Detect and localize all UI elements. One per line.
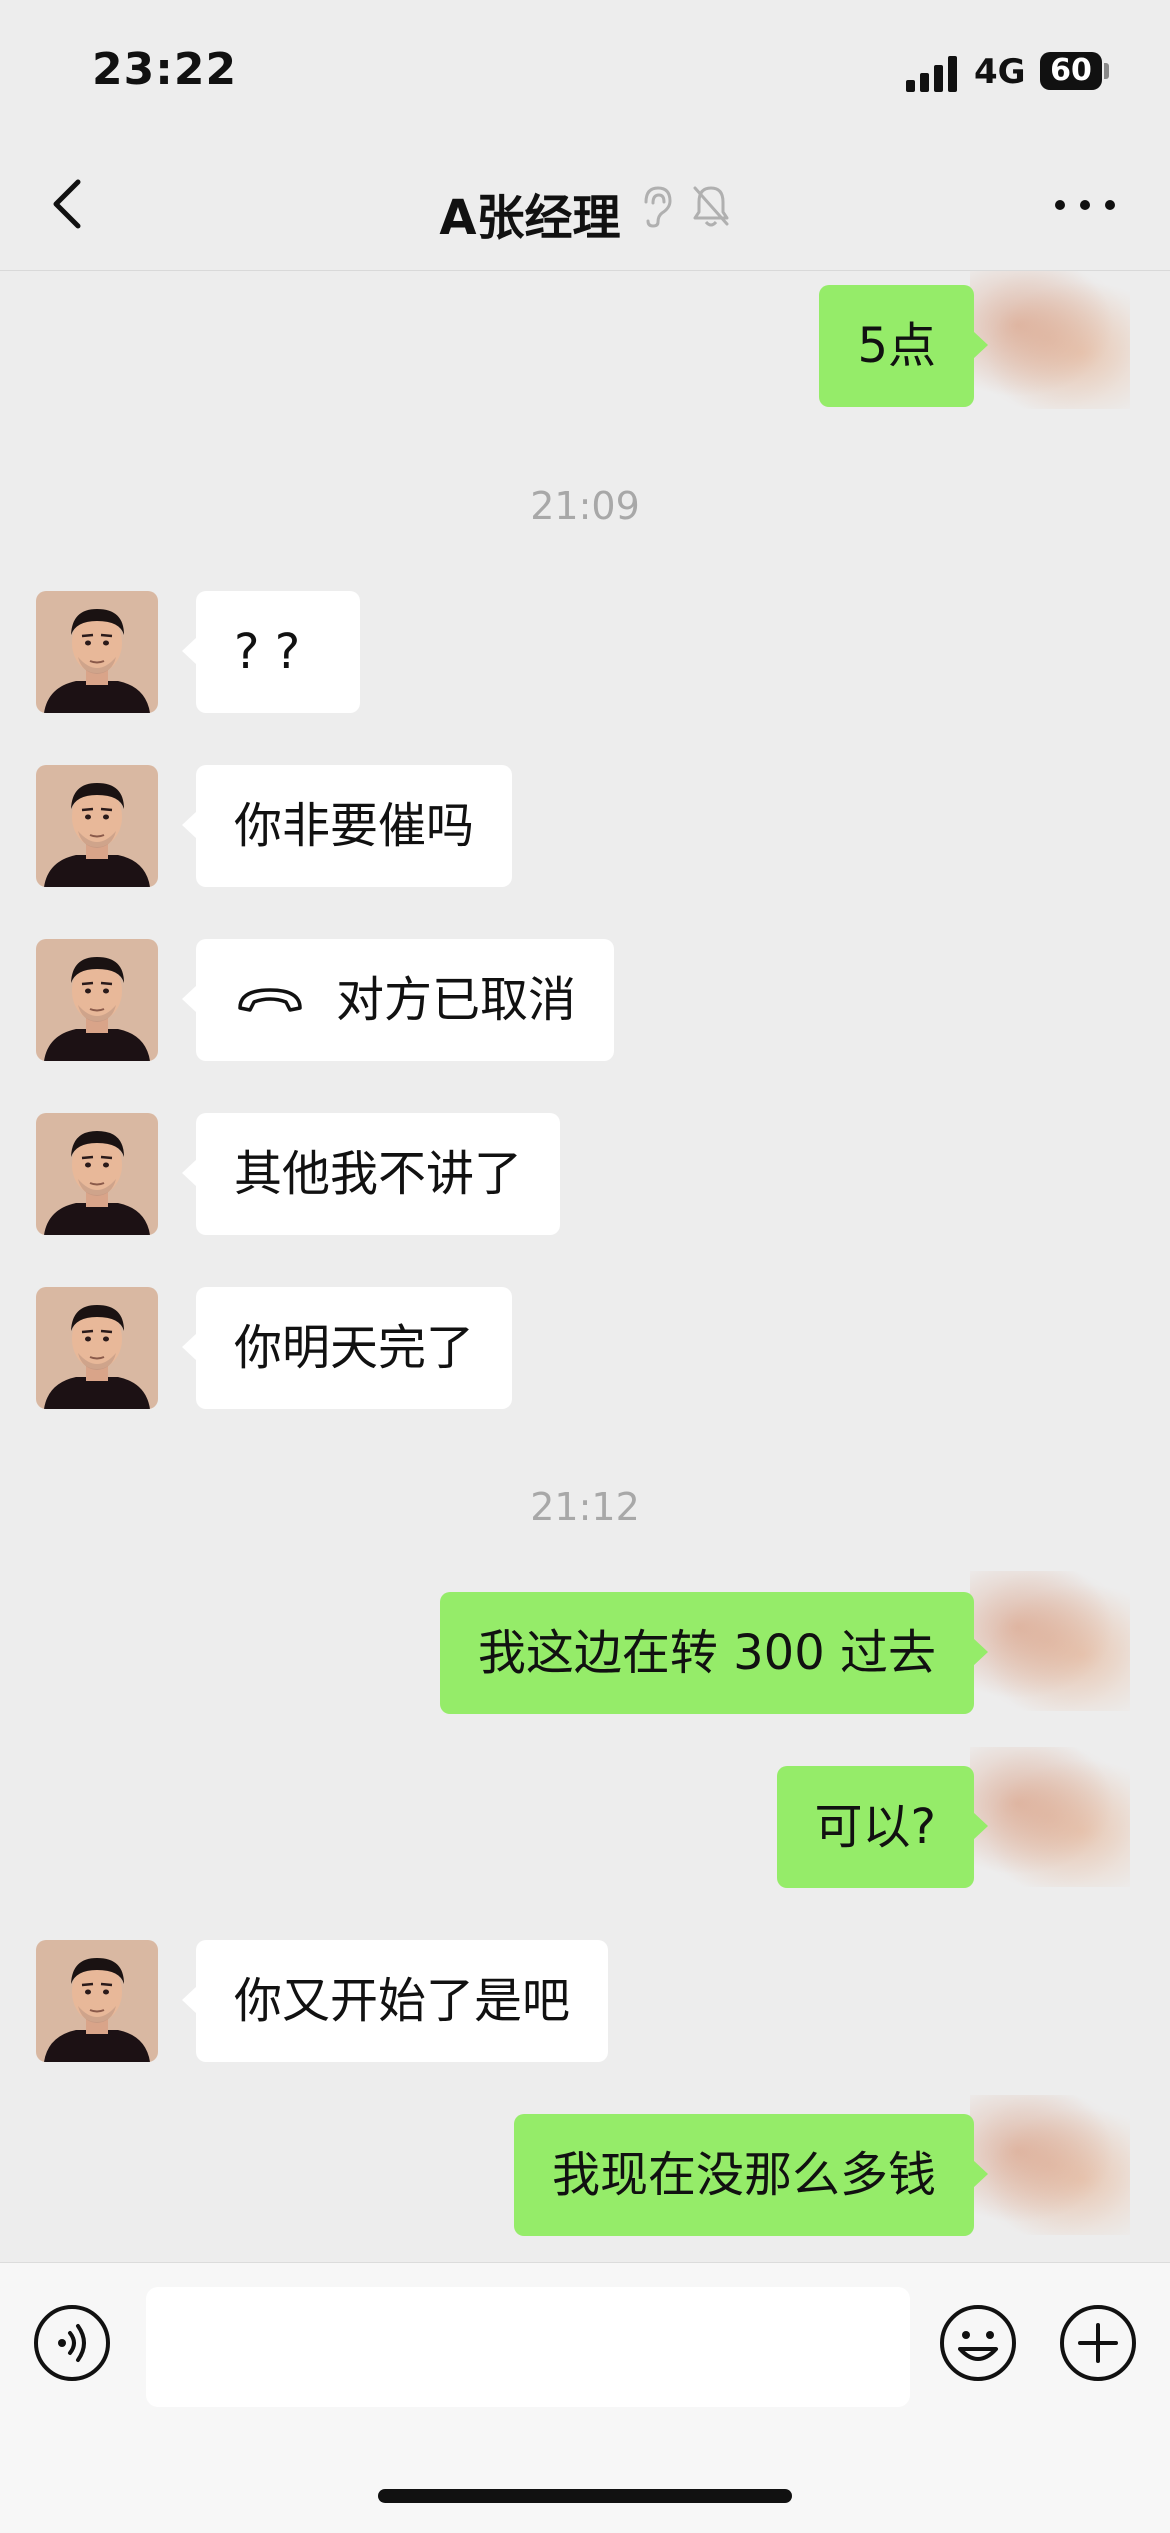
status-bar: 23:22 4G 60	[0, 0, 1170, 140]
message-bubble-in[interactable]: 你明天完了	[181, 1287, 513, 1409]
contact-avatar[interactable]	[36, 1287, 158, 1409]
home-indicator	[378, 2489, 792, 2503]
battery-tip	[1104, 63, 1109, 79]
message-bubble-out[interactable]: 5点	[819, 285, 988, 407]
title-wrap: A张经理	[0, 140, 1170, 270]
emoji-icon[interactable]	[938, 2303, 1018, 2383]
call-icon	[238, 988, 302, 1012]
network-label: 4G	[974, 52, 1026, 92]
chat-title[interactable]: A张经理	[439, 178, 620, 248]
contact-avatar[interactable]	[36, 939, 158, 1061]
ear-icon	[644, 186, 672, 228]
message-bubble-out[interactable]: 可以?	[776, 1766, 989, 1888]
call-cancelled-bubble[interactable]: 对方已取消	[181, 939, 615, 1061]
self-avatar[interactable]	[970, 1571, 1130, 1711]
muted-bell-icon	[693, 186, 729, 227]
more-icon[interactable]	[1050, 185, 1120, 225]
message-bubble-in[interactable]: ? ?	[182, 591, 360, 713]
self-avatar[interactable]	[970, 1747, 1130, 1887]
contact-avatar[interactable]	[36, 1113, 158, 1235]
contact-avatar[interactable]	[36, 765, 158, 887]
message-bubble-in[interactable]: 你又开始了是吧	[181, 1940, 609, 2062]
nav-bar: A张经理	[0, 140, 1170, 271]
chat-area[interactable]: 5点 21:09 ? ? 你非要催吗 对方已取消 其他我不讲了 你明天完了 21…	[0, 271, 1170, 2260]
timestamp: 21:12	[530, 1485, 640, 1529]
call-status-text: 对方已取消	[336, 972, 577, 1028]
timestamp: 21:09	[530, 484, 640, 528]
battery-icon: 60	[1040, 52, 1102, 90]
voice-icon[interactable]	[32, 2303, 112, 2383]
status-time: 23:22	[92, 44, 238, 95]
message-input[interactable]	[146, 2287, 910, 2407]
contact-avatar[interactable]	[36, 1940, 158, 2062]
message-bubble-in[interactable]: 其他我不讲了	[181, 1113, 561, 1235]
plus-icon[interactable]	[1058, 2303, 1138, 2383]
message-bubble-in[interactable]: 你非要催吗	[181, 765, 513, 887]
self-avatar[interactable]	[970, 271, 1130, 409]
self-avatar[interactable]	[970, 2095, 1130, 2235]
contact-avatar[interactable]	[36, 591, 158, 713]
signal-icon	[906, 56, 957, 92]
message-bubble-out[interactable]: 我现在没那么多钱	[513, 2114, 989, 2236]
message-bubble-out[interactable]: 我这边在转 300 过去	[439, 1592, 989, 1714]
